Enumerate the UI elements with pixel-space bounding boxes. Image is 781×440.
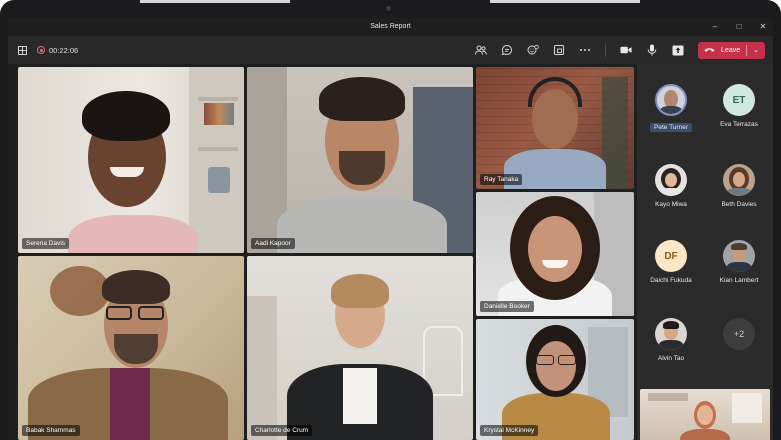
participant-name: Charlotte de Crum [251, 425, 313, 436]
more-participants-count: +2 [723, 318, 755, 350]
video-tile-aadi-kapoor[interactable]: Aadi Kapoor [247, 67, 473, 253]
participant-name: Babak Shammas [22, 425, 80, 436]
video-tile-danielle-booker[interactable]: Danielle Booker [476, 192, 634, 316]
roster-person[interactable]: Alvin Tao [637, 318, 705, 362]
layout-grid-icon[interactable] [18, 45, 27, 55]
avatar [655, 318, 687, 350]
participant-name: Krystal McKinney [480, 425, 539, 436]
roster-person[interactable]: Pete Turner [637, 84, 705, 134]
teams-window: Sales Report – □ ✕ 00:22:06 Leave ⌄ Sere… [8, 18, 773, 440]
avatar: ET [723, 84, 755, 116]
minimize-icon[interactable]: – [711, 18, 719, 36]
window-controls: – □ ✕ [711, 18, 767, 36]
roster-person[interactable]: ET Eva Terrazas [705, 84, 773, 128]
chevron-down-icon[interactable]: ⌄ [753, 46, 759, 54]
meeting-timer: 00:22:06 [49, 45, 79, 55]
participant-name: Ray Tanaka [480, 174, 523, 185]
bezel-edge-right [490, 0, 640, 3]
roster-name: Alvin Tao [657, 355, 685, 362]
roster-person[interactable]: Kian Lambert [705, 240, 773, 284]
device-bezel: Sales Report – □ ✕ 00:22:06 Leave ⌄ Sere… [0, 0, 781, 440]
video-tile-babak-shammas[interactable]: Babak Shammas [18, 256, 244, 440]
roster-name: Eva Terrazas [720, 121, 758, 128]
avatar [723, 240, 755, 272]
participant-name: Danielle Booker [480, 301, 534, 312]
reactions-icon[interactable] [527, 44, 539, 56]
participant-name: Serena Davis [22, 238, 70, 249]
people-icon[interactable] [475, 44, 488, 56]
roster-name: Kian Lambert [719, 277, 759, 284]
roster-name: Kayo Miwa [655, 201, 687, 208]
roster-name: Beth Davies [721, 201, 757, 208]
self-view-video[interactable] [640, 389, 770, 440]
roster-name: Pete Turner [650, 123, 692, 132]
video-tile-charlotte-de-crum[interactable]: Charlotte de Crum [247, 256, 473, 440]
share-screen-icon[interactable] [672, 44, 684, 56]
leave-divider [746, 44, 748, 56]
more-icon[interactable] [579, 44, 591, 56]
title-bar: Sales Report – □ ✕ [8, 18, 773, 36]
leave-button[interactable]: Leave ⌄ [698, 41, 765, 59]
roster-person[interactable]: DF Daichi Fukuda [637, 240, 705, 284]
webcam-icon [386, 6, 391, 11]
maximize-icon[interactable]: □ [735, 18, 743, 36]
window-title: Sales Report [370, 23, 411, 30]
participant-gallery: Pete Turner ET Eva Terrazas Kayo Miwa Be… [637, 64, 773, 440]
hangup-icon [704, 46, 715, 55]
video-tile-serena-davis[interactable]: Serena Davis [18, 67, 244, 253]
mic-icon[interactable] [646, 44, 658, 56]
recording-icon [37, 46, 45, 54]
bezel-edge-left [140, 0, 290, 3]
meeting-toolbar: 00:22:06 Leave ⌄ [8, 36, 773, 64]
rooms-icon[interactable] [553, 44, 565, 56]
toolbar-divider [605, 43, 607, 57]
roster-name: Daichi Fukuda [650, 277, 692, 284]
roster-person[interactable]: Beth Davies [705, 164, 773, 208]
avatar [655, 164, 687, 196]
avatar [655, 84, 687, 116]
avatar [723, 164, 755, 196]
roster-person[interactable]: Kayo Miwa [637, 164, 705, 208]
chat-icon[interactable] [501, 44, 513, 56]
camera-icon[interactable] [620, 44, 632, 56]
close-icon[interactable]: ✕ [759, 18, 767, 36]
avatar: DF [655, 240, 687, 272]
participant-name: Aadi Kapoor [251, 238, 295, 249]
video-tile-krystal-mckinney[interactable]: Krystal McKinney [476, 319, 634, 440]
leave-label: Leave [721, 46, 741, 54]
more-participants[interactable]: +2 [705, 318, 773, 350]
video-tile-ray-tanaka[interactable]: Ray Tanaka [476, 67, 634, 189]
